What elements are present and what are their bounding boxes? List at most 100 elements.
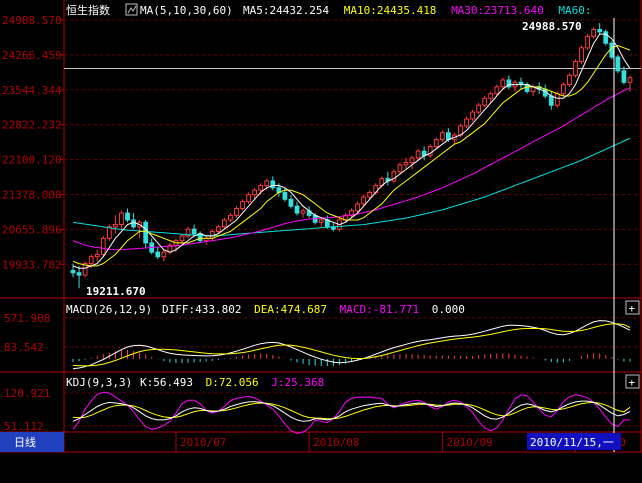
- candle-body: [258, 185, 264, 191]
- x-tick-label: 2010/07: [180, 436, 226, 449]
- legend-diff: DIFF:433.802: [162, 303, 241, 316]
- candle-body: [621, 70, 627, 83]
- legend-j: J:25.368: [271, 376, 324, 389]
- candle-body: [615, 56, 621, 72]
- legend-ma10: MA10:24435.418: [344, 4, 437, 17]
- candle-body: [143, 221, 149, 244]
- candle-body: [125, 212, 130, 221]
- candle-body: [270, 180, 276, 189]
- candle-body: [252, 189, 258, 196]
- legend-k: K:56.493: [140, 376, 193, 389]
- candle-body: [470, 111, 475, 120]
- candle-body: [106, 226, 112, 239]
- price-y-tick-label: 23544.344: [2, 84, 62, 97]
- price-y-tick-label: 24988.570: [2, 14, 62, 27]
- candle-body: [415, 150, 421, 159]
- legend-macd: MACD:-81.771: [340, 303, 419, 316]
- candle-body: [100, 237, 106, 255]
- candle-body: [288, 198, 294, 207]
- macd-legend: DIFF:433.802 DEA:474.687 MACD:-81.771 0.…: [162, 303, 465, 316]
- kdj-indicator-label: KDJ(9,3,3): [66, 376, 132, 389]
- legend-ma30: MA30:23713.640: [451, 4, 544, 17]
- legend-ma60: MA60:: [558, 4, 591, 17]
- kdj-legend: K:56.493 D:72.056 J:25.368: [140, 376, 324, 389]
- candle-body: [155, 251, 161, 258]
- candle-body: [300, 210, 306, 214]
- legend-d: D:72.056: [206, 376, 259, 389]
- max-price-label: 24988.570: [522, 20, 582, 33]
- price-legend: MA5:24432.254 MA10:24435.418 MA30:23713.…: [243, 4, 592, 17]
- legend-ma5: MA5:24432.254: [243, 4, 329, 17]
- candle-body: [561, 84, 566, 95]
- candle-body: [439, 132, 445, 141]
- period-tab-daily[interactable]: 日线: [0, 432, 64, 452]
- candle-body: [585, 35, 590, 49]
- selected-date-tag: 2010/11/15,一: [527, 433, 621, 450]
- candle-body: [234, 207, 239, 216]
- price-y-tick-label: 20655.896: [2, 223, 62, 236]
- selected-date-text: 2010/11/15,一: [530, 436, 614, 449]
- candle-body: [113, 224, 118, 228]
- candle-body: [240, 201, 245, 209]
- price-y-tick-label: 24266.459: [2, 49, 62, 62]
- macd-y-tick-label: 83.542: [4, 341, 44, 354]
- price-y-tick-label: 19933.782: [2, 258, 62, 271]
- candle-body: [597, 28, 603, 33]
- period-tab-label: 日线: [14, 435, 36, 449]
- candle-body: [94, 253, 100, 258]
- candle-body: [397, 164, 403, 173]
- candle-body: [179, 235, 185, 242]
- price-y-tick-label: 22100.120: [2, 154, 62, 167]
- candle-body: [488, 93, 494, 99]
- candle-body: [573, 61, 578, 76]
- candle-body: [264, 180, 270, 187]
- candle-body: [367, 191, 373, 198]
- candle-body: [579, 47, 584, 63]
- chart-title: 恒生指数: [66, 3, 110, 17]
- candle-body: [609, 42, 615, 58]
- candle-body: [476, 104, 482, 113]
- plus-icon: +: [629, 302, 636, 315]
- candle-body: [197, 233, 203, 242]
- macd-indicator-label: MACD(26,12,9): [66, 303, 152, 316]
- candle-body: [131, 219, 136, 228]
- candle-body: [464, 118, 469, 127]
- candle-body: [70, 269, 76, 274]
- candle-body: [482, 97, 488, 106]
- candle-body: [494, 86, 500, 95]
- candle-body: [221, 219, 227, 228]
- x-tick-label: 2010/08: [313, 436, 359, 449]
- candle-body: [88, 256, 94, 265]
- legend-zero: 0.000: [432, 303, 465, 316]
- candle-body: [355, 203, 360, 212]
- candle-body: [318, 219, 324, 223]
- legend-dea: DEA:474.687: [254, 303, 327, 316]
- candle-body: [76, 272, 82, 276]
- price-indicator-label: MA(5,10,30,60): [140, 4, 233, 17]
- kdj-y-tick-label: 51.112: [4, 420, 44, 433]
- kdj-y-tick-label: 120.921: [4, 387, 50, 400]
- macd-expand-button[interactable]: +: [625, 300, 640, 315]
- candle-body: [591, 28, 597, 37]
- candle-body: [548, 95, 554, 106]
- candle-body: [409, 157, 415, 164]
- min-price-label: 19211.670: [86, 285, 146, 298]
- candle-body: [191, 228, 197, 235]
- candle-body: [567, 74, 572, 86]
- candle-body: [294, 205, 300, 214]
- candle-body: [627, 77, 633, 83]
- x-tick-label: 2010/09: [446, 436, 492, 449]
- stock-chart: 24988.570 24266.459 23544.344 22822.232 2210…: [0, 0, 642, 483]
- candle-body: [215, 226, 221, 232]
- candle-body: [161, 251, 167, 258]
- macd-y-tick-label: 571.908: [4, 312, 50, 325]
- candle-body: [603, 31, 609, 44]
- candle-body: [119, 212, 124, 226]
- kdj-expand-button[interactable]: +: [625, 374, 640, 389]
- price-y-tick-label: 21378.008: [2, 189, 62, 202]
- candle-body: [433, 139, 439, 148]
- candle-body: [554, 93, 560, 106]
- candle-body: [282, 191, 288, 200]
- candle-body: [403, 162, 409, 166]
- candle-body: [361, 196, 366, 205]
